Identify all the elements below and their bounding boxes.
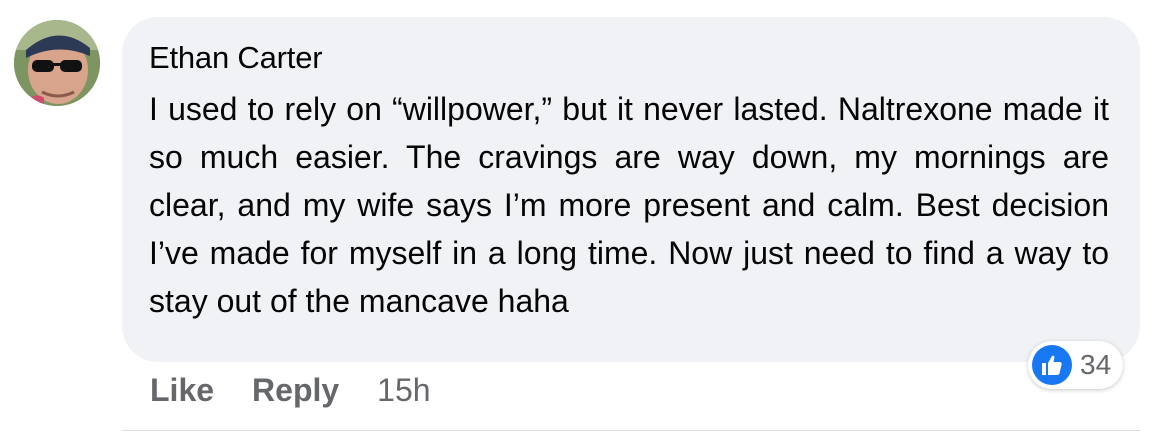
reply-button[interactable]: Reply <box>252 372 339 409</box>
avatar-photo-icon <box>14 20 100 106</box>
comment-actions: Like Reply 15h <box>150 372 431 409</box>
comment-bubble: Ethan Carter I used to rely on “willpowe… <box>122 17 1140 362</box>
comment: Ethan Carter I used to rely on “willpowe… <box>0 0 1160 432</box>
avatar[interactable] <box>14 20 100 106</box>
comment-text: I used to rely on “willpower,” but it ne… <box>149 91 1109 319</box>
like-button[interactable]: Like <box>150 372 214 409</box>
reaction-summary[interactable]: 34 <box>1028 341 1124 389</box>
reaction-count: 34 <box>1080 349 1112 380</box>
divider <box>122 430 1140 431</box>
author-name[interactable]: Ethan Carter <box>149 39 1108 77</box>
thumbs-up-icon <box>1032 345 1072 385</box>
timestamp[interactable]: 15h <box>377 372 430 409</box>
